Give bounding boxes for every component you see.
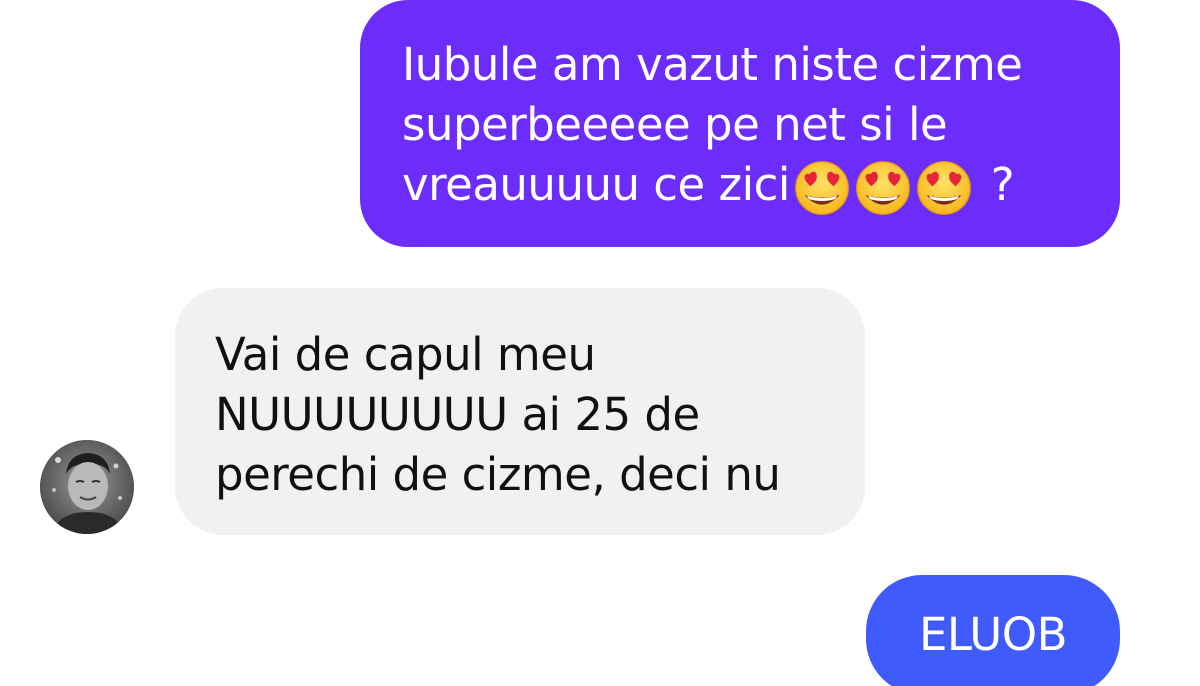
message-line: ELUOB — [919, 608, 1068, 661]
incoming-message-bubble[interactable]: Vai de capul meu NUUUUUUUU ai 25 de pere… — [175, 288, 865, 535]
person-avatar-icon — [40, 440, 134, 534]
message-line-text: vreauuuuu ce zici — [402, 158, 790, 211]
message-suffix: ? — [976, 158, 1015, 211]
outgoing-message-bubble[interactable]: ELUOB — [866, 575, 1120, 686]
emoji-row — [794, 158, 977, 219]
heart-eyes-emoji-icon — [917, 160, 971, 215]
outgoing-message-bubble[interactable]: Iubule am vazut niste cizme superbeeeee … — [360, 0, 1120, 247]
heart-eyes-emoji-icon — [795, 160, 849, 215]
message-line: Iubule am vazut niste cizme — [402, 38, 1023, 91]
heart-eyes-emoji-icon — [856, 160, 910, 215]
chat-thread: Iubule am vazut niste cizme superbeeeee … — [0, 0, 1200, 686]
contact-avatar[interactable] — [40, 440, 134, 534]
message-line: Vai de capul meu — [215, 328, 596, 381]
message-line: perechi de cizme, deci nu — [215, 448, 781, 501]
message-line: vreauuuuu ce zici ? — [402, 155, 1080, 219]
message-line: NUUUUUUUU ai 25 de — [215, 388, 700, 441]
message-line: superbeeeee pe net si le — [402, 98, 948, 151]
